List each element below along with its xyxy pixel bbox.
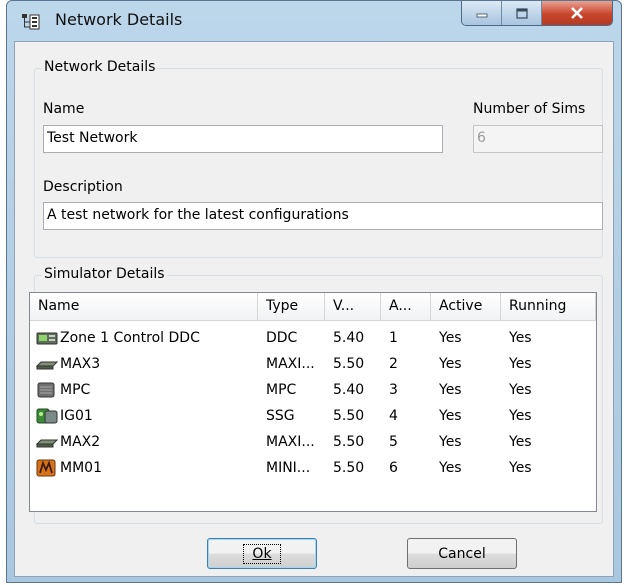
row-running: Yes (509, 356, 532, 372)
number-of-sims-label: Number of Sims (473, 101, 586, 117)
list-row[interactable]: MM01 MINI... 5.50 6 Yes Yes (30, 455, 596, 481)
row-active: Yes (439, 356, 462, 372)
row-address: 3 (389, 382, 398, 398)
row-running: Yes (509, 460, 532, 476)
mpc-module-icon (37, 382, 55, 398)
name-field[interactable]: Test Network (43, 125, 443, 153)
minimize-icon (476, 13, 487, 18)
row-address: 2 (389, 356, 398, 372)
row-type: SSG (266, 408, 295, 424)
row-address: 4 (389, 408, 398, 424)
maxi-module-icon (36, 361, 58, 370)
ddc-controller-icon (36, 332, 58, 345)
list-row[interactable]: IG01 SSG 5.50 4 Yes Yes (30, 403, 596, 429)
simulator-details-legend: Simulator Details (42, 266, 167, 282)
dialog-window: Network Details Network Details Name Tes… (6, 0, 622, 583)
row-name: MM01 (60, 460, 102, 476)
ok-button[interactable]: Ok (207, 538, 317, 569)
row-running: Yes (509, 330, 532, 346)
list-header: Name Type V... A... Active Running (30, 293, 596, 321)
dialog-client-area: Network Details Name Test Network Number… (14, 41, 614, 577)
list-row[interactable]: MPC MPC 5.40 3 Yes Yes (30, 377, 596, 403)
row-type: MPC (266, 382, 297, 398)
row-version: 5.40 (333, 330, 365, 346)
row-active: Yes (439, 460, 462, 476)
ok-button-label: Ok (243, 543, 281, 564)
row-active: Yes (439, 330, 462, 346)
cancel-button-label: Cancel (438, 545, 486, 562)
column-header-active[interactable]: Active (431, 293, 501, 320)
row-address: 6 (389, 460, 398, 476)
row-address: 1 (389, 330, 398, 346)
column-header-version[interactable]: V... (325, 293, 381, 320)
row-version: 5.40 (333, 382, 365, 398)
maximize-button[interactable] (502, 1, 542, 25)
row-version: 5.50 (333, 356, 365, 372)
row-name: IG01 (60, 408, 93, 424)
row-type: MINI... (266, 460, 311, 476)
row-name: MAX2 (60, 434, 101, 450)
mini-module-icon (36, 459, 56, 477)
ssg-gateway-icon (36, 408, 58, 424)
row-name: MAX3 (60, 356, 101, 372)
network-details-group: Network Details Name Test Network Number… (34, 59, 603, 258)
row-active: Yes (439, 434, 462, 450)
close-button[interactable] (542, 1, 612, 25)
minimize-button[interactable] (462, 1, 502, 25)
window-controls (461, 1, 613, 26)
row-type: DDC (266, 330, 298, 346)
row-active: Yes (439, 408, 462, 424)
row-type: MAXI... (266, 434, 315, 450)
close-icon (571, 7, 583, 19)
row-version: 5.50 (333, 460, 365, 476)
description-label: Description (43, 179, 123, 195)
column-header-address[interactable]: A... (381, 293, 431, 320)
list-row[interactable]: Zone 1 Control DDC DDC 5.40 1 Yes Yes (30, 325, 596, 351)
row-version: 5.50 (333, 434, 365, 450)
name-label: Name (43, 101, 85, 117)
network-tree-icon (22, 14, 40, 30)
title-bar[interactable]: Network Details (7, 1, 621, 41)
list-row[interactable]: MAX2 MAXI... 5.50 5 Yes Yes (30, 429, 596, 455)
maxi-module-icon (36, 439, 58, 448)
list-row[interactable]: MAX3 MAXI... 5.50 2 Yes Yes (30, 351, 596, 377)
maximize-icon (515, 7, 528, 19)
row-version: 5.50 (333, 408, 365, 424)
row-name: Zone 1 Control DDC (60, 330, 200, 346)
network-details-legend: Network Details (42, 59, 158, 75)
description-field[interactable]: A test network for the latest configurat… (43, 202, 603, 230)
column-header-running[interactable]: Running (501, 293, 596, 320)
number-of-sims-field: 6 (473, 125, 603, 153)
row-running: Yes (509, 382, 532, 398)
row-active: Yes (439, 382, 462, 398)
window-title: Network Details (55, 10, 183, 29)
row-type: MAXI... (266, 356, 315, 372)
row-address: 5 (389, 434, 398, 450)
column-header-name[interactable]: Name (30, 293, 258, 320)
cancel-button[interactable]: Cancel (407, 538, 517, 569)
row-running: Yes (509, 434, 532, 450)
simulator-list[interactable]: Name Type V... A... Active Running Zone … (29, 292, 597, 512)
column-header-type[interactable]: Type (258, 293, 325, 320)
row-name: MPC (60, 382, 91, 398)
row-running: Yes (509, 408, 532, 424)
